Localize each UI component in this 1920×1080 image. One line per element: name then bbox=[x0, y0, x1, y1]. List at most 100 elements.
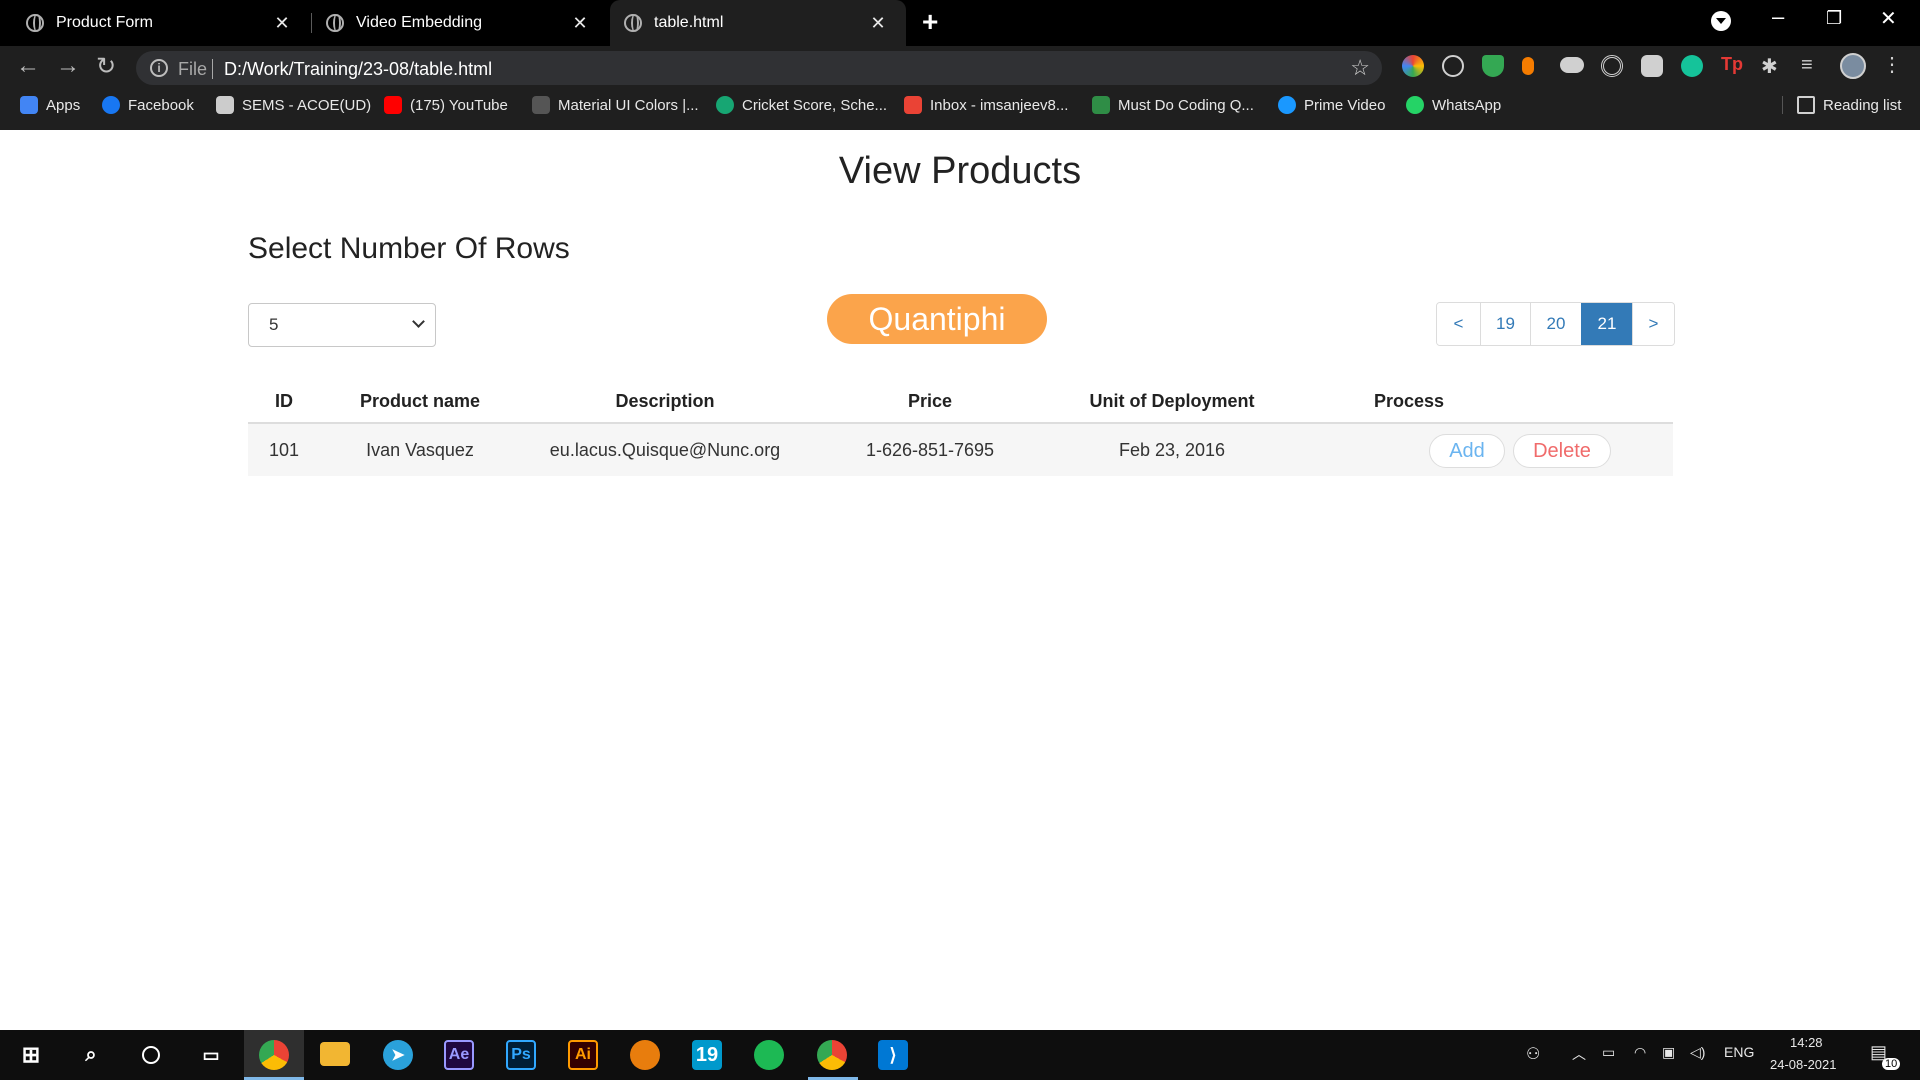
target-extension-icon[interactable] bbox=[1601, 55, 1623, 77]
bookmark-star-icon[interactable]: ☆ bbox=[1350, 55, 1370, 81]
photoshop-icon[interactable]: Ps bbox=[506, 1040, 536, 1070]
reading-list-button[interactable]: Reading list bbox=[1782, 96, 1901, 114]
tab-table-html[interactable]: table.html ✕ bbox=[610, 0, 906, 46]
illustrator-icon[interactable]: Ai bbox=[568, 1040, 598, 1070]
bookmark-label: (175) YouTube bbox=[410, 96, 508, 114]
youtube-icon bbox=[384, 96, 402, 114]
bookmark-must-do-coding[interactable]: Must Do Coding Q... bbox=[1092, 96, 1254, 114]
file-explorer-icon[interactable] bbox=[320, 1042, 350, 1066]
bookmark-prime-video[interactable]: Prime Video bbox=[1278, 96, 1385, 114]
notification-count-badge: 10 bbox=[1882, 1058, 1901, 1070]
close-icon[interactable]: ✕ bbox=[272, 13, 292, 34]
task-view-icon[interactable]: ▭ bbox=[196, 1040, 226, 1070]
grammarly-icon[interactable] bbox=[1681, 55, 1703, 77]
column-header-unit-of-deployment: Unit of Deployment bbox=[1089, 390, 1255, 411]
puzzle-icon[interactable]: ✱ bbox=[1761, 54, 1783, 78]
pagination-prev-button[interactable]: < bbox=[1437, 303, 1480, 345]
address-bar[interactable]: i File D:/Work/Training/23-08/table.html… bbox=[136, 51, 1382, 85]
menu-kebab-icon[interactable]: ⋮ bbox=[1882, 52, 1904, 76]
media-control-icon[interactable]: ≡ bbox=[1801, 54, 1823, 76]
geeksforgeeks-icon bbox=[1092, 96, 1110, 114]
info-icon[interactable]: i bbox=[150, 59, 168, 77]
after-effects-icon[interactable]: Ae bbox=[444, 1040, 474, 1070]
back-icon[interactable]: ← bbox=[16, 52, 40, 80]
pagination-page-button[interactable]: 20 bbox=[1530, 303, 1581, 345]
globe-icon bbox=[624, 14, 642, 32]
bookmark-label: Inbox - imsanjeev8... bbox=[930, 96, 1069, 114]
chrome-icon[interactable] bbox=[259, 1040, 289, 1070]
new-tab-button[interactable]: + bbox=[922, 6, 938, 38]
bookmark-label: Facebook bbox=[128, 96, 194, 114]
forward-icon[interactable]: → bbox=[56, 52, 80, 80]
extension-icon[interactable] bbox=[1641, 55, 1663, 77]
language-indicator[interactable]: ENG bbox=[1724, 1044, 1754, 1060]
tab-title: Product Form bbox=[56, 14, 153, 31]
bookmark-apps[interactable]: Apps bbox=[20, 96, 80, 114]
products-table: ID Product name Description Price Unit o… bbox=[248, 380, 1673, 476]
gmail-icon bbox=[904, 96, 922, 114]
cortana-icon[interactable] bbox=[136, 1040, 166, 1070]
minimize-icon[interactable]: – bbox=[1772, 4, 1784, 30]
restore-icon[interactable]: ❐ bbox=[1826, 8, 1842, 29]
page-title: View Products bbox=[838, 150, 1082, 192]
column-header-process: Process bbox=[1373, 390, 1445, 411]
globe-icon bbox=[326, 14, 344, 32]
close-icon[interactable]: ✕ bbox=[570, 13, 590, 34]
bookmark-whatsapp[interactable]: WhatsApp bbox=[1406, 96, 1501, 114]
pagination-current-page[interactable]: 21 bbox=[1581, 303, 1632, 345]
windows-start-icon[interactable]: ⊞ bbox=[16, 1040, 46, 1070]
bookmark-material-ui[interactable]: Material UI Colors |... bbox=[532, 96, 699, 114]
delete-button[interactable]: Delete bbox=[1513, 434, 1611, 468]
spotify-icon[interactable] bbox=[754, 1040, 784, 1070]
add-button[interactable]: Add bbox=[1429, 434, 1505, 468]
people-icon[interactable]: ⚇ bbox=[1526, 1044, 1540, 1064]
pagination-page-button[interactable]: 19 bbox=[1480, 303, 1530, 345]
battery-icon[interactable]: ▭ bbox=[1602, 1044, 1615, 1061]
color-picker-extension-icon[interactable] bbox=[1402, 55, 1424, 77]
shield-extension-icon[interactable] bbox=[1482, 55, 1504, 77]
prime-video-icon bbox=[1278, 96, 1296, 114]
tab-search-icon[interactable] bbox=[1711, 11, 1731, 31]
tab-title: Video Embedding bbox=[356, 14, 483, 31]
bookmark-cricket[interactable]: Cricket Score, Sche... bbox=[716, 96, 887, 114]
tab-video-embedding[interactable]: Video Embedding ✕ bbox=[312, 0, 608, 46]
browser-tab-strip: Product Form ✕ Video Embedding ✕ table.h… bbox=[0, 0, 1920, 46]
blender-icon[interactable] bbox=[630, 1040, 660, 1070]
window-close-icon[interactable]: ✕ bbox=[1880, 6, 1897, 31]
wifi-icon[interactable]: ◠ bbox=[1634, 1044, 1646, 1061]
pagination-next-button[interactable]: > bbox=[1632, 303, 1674, 345]
bookmark-facebook[interactable]: Facebook bbox=[102, 96, 194, 114]
tab-product-form[interactable]: Product Form ✕ bbox=[0, 0, 310, 46]
chrome-profile-icon[interactable] bbox=[817, 1040, 847, 1070]
cricbuzz-icon bbox=[716, 96, 734, 114]
search-icon[interactable]: ⌕ bbox=[76, 1040, 106, 1070]
browser-toolbar: ← → ↻ i File D:/Work/Training/23-08/tabl… bbox=[0, 46, 1920, 130]
column-header-product-name: Product name bbox=[359, 390, 481, 411]
rows-per-page-select[interactable]: 5 bbox=[248, 303, 436, 347]
bookmark-inbox[interactable]: Inbox - imsanjeev8... bbox=[904, 96, 1068, 114]
chevron-up-icon[interactable]: ︿ bbox=[1572, 1044, 1586, 1064]
reload-icon[interactable]: ↻ bbox=[96, 52, 116, 81]
address-url[interactable]: D:/Work/Training/23-08/table.html bbox=[224, 59, 492, 80]
material-icon bbox=[532, 96, 550, 114]
column-header-price: Price bbox=[907, 390, 953, 411]
clock-time[interactable]: 14:28 bbox=[1790, 1035, 1823, 1050]
vscode-icon[interactable]: ⟩ bbox=[878, 1040, 908, 1070]
address-scheme: File bbox=[178, 59, 208, 79]
sems-icon bbox=[216, 96, 234, 114]
avatar[interactable] bbox=[1840, 53, 1866, 79]
bookmark-sems[interactable]: SEMS - ACOE(UD) bbox=[216, 96, 371, 114]
volume-icon[interactable]: ◁) bbox=[1690, 1044, 1705, 1061]
globe-icon bbox=[26, 14, 44, 32]
tp-extension-icon[interactable]: Tp bbox=[1721, 54, 1743, 76]
display-icon[interactable]: ▣ bbox=[1662, 1044, 1675, 1061]
react-devtools-icon[interactable] bbox=[1442, 55, 1464, 77]
tab-title: table.html bbox=[654, 14, 724, 31]
close-icon[interactable]: ✕ bbox=[868, 13, 888, 34]
bookmark-youtube[interactable]: (175) YouTube bbox=[384, 96, 508, 114]
extension-icon[interactable] bbox=[1522, 57, 1534, 75]
cloud-extension-icon[interactable] bbox=[1560, 57, 1584, 73]
clock-date[interactable]: 24-08-2021 bbox=[1770, 1057, 1837, 1072]
app-19-icon[interactable]: 19 bbox=[692, 1040, 722, 1070]
telegram-icon[interactable]: ➤ bbox=[383, 1040, 413, 1070]
